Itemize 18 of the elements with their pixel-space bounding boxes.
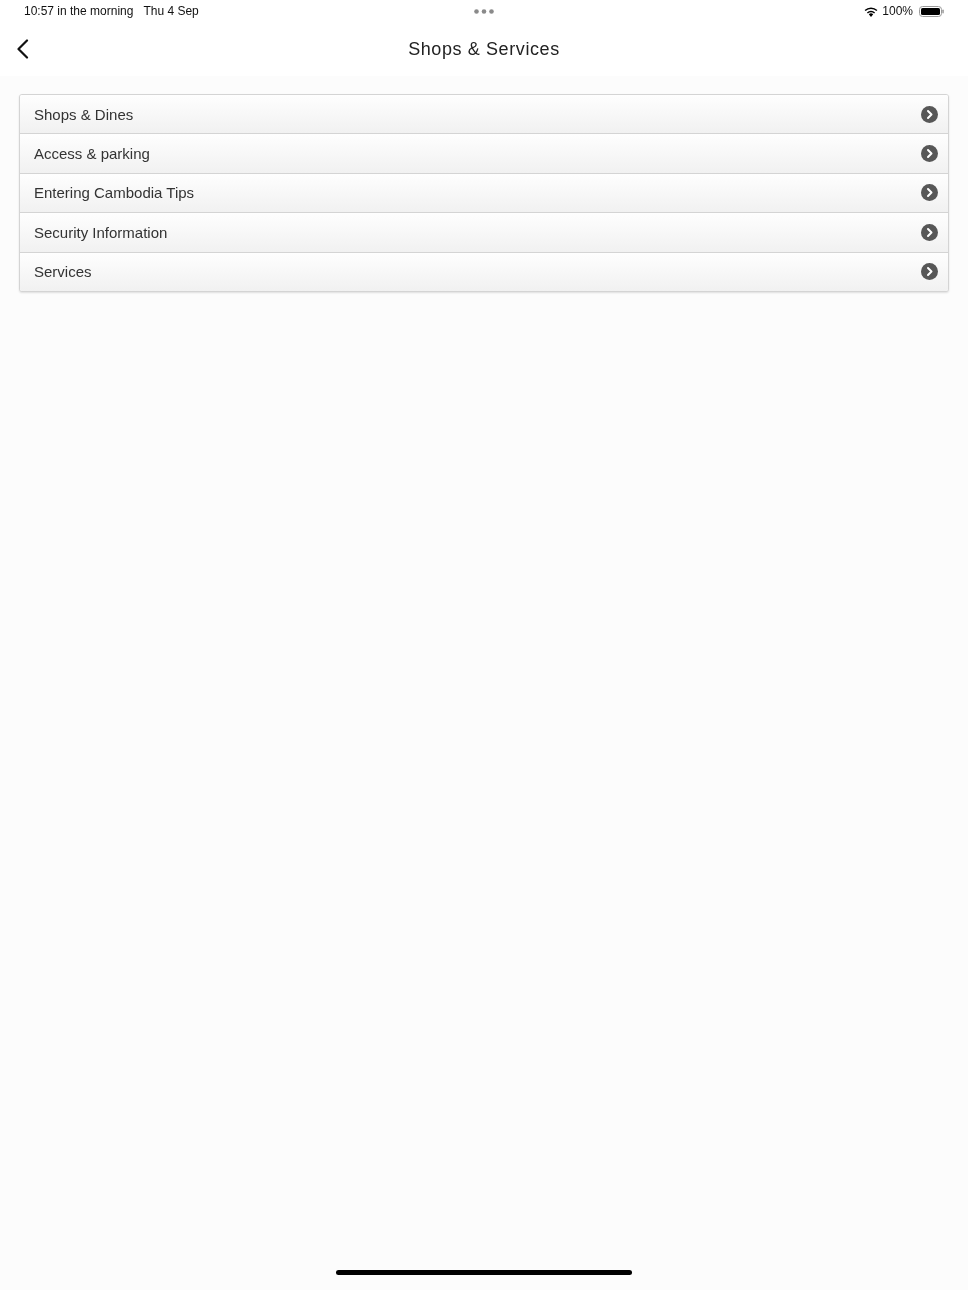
chevron-right-icon (921, 105, 938, 123)
menu-item[interactable]: Security Information (20, 212, 948, 252)
chevron-right-icon (921, 263, 938, 281)
menu-item[interactable]: Entering Cambodia Tips (20, 172, 948, 213)
multitasking-dots-icon[interactable] (474, 9, 494, 14)
status-time: 10:57 in the morning (24, 4, 134, 18)
wifi-icon (864, 5, 879, 17)
battery-percentage: 100% (882, 4, 913, 18)
back-chevron-icon (15, 39, 29, 59)
menu-item[interactable]: Access & parking (20, 133, 948, 173)
chevron-right-icon (921, 184, 938, 202)
page-title: Shops & Services (408, 38, 560, 60)
menu-item[interactable]: Services (20, 251, 948, 291)
menu-item[interactable]: Shops & Dines (20, 95, 948, 134)
status-date: Thu 4 Sep (143, 4, 199, 18)
chevron-right-icon (921, 223, 938, 241)
chevron-right-icon (921, 145, 938, 163)
battery-icon (919, 5, 944, 17)
